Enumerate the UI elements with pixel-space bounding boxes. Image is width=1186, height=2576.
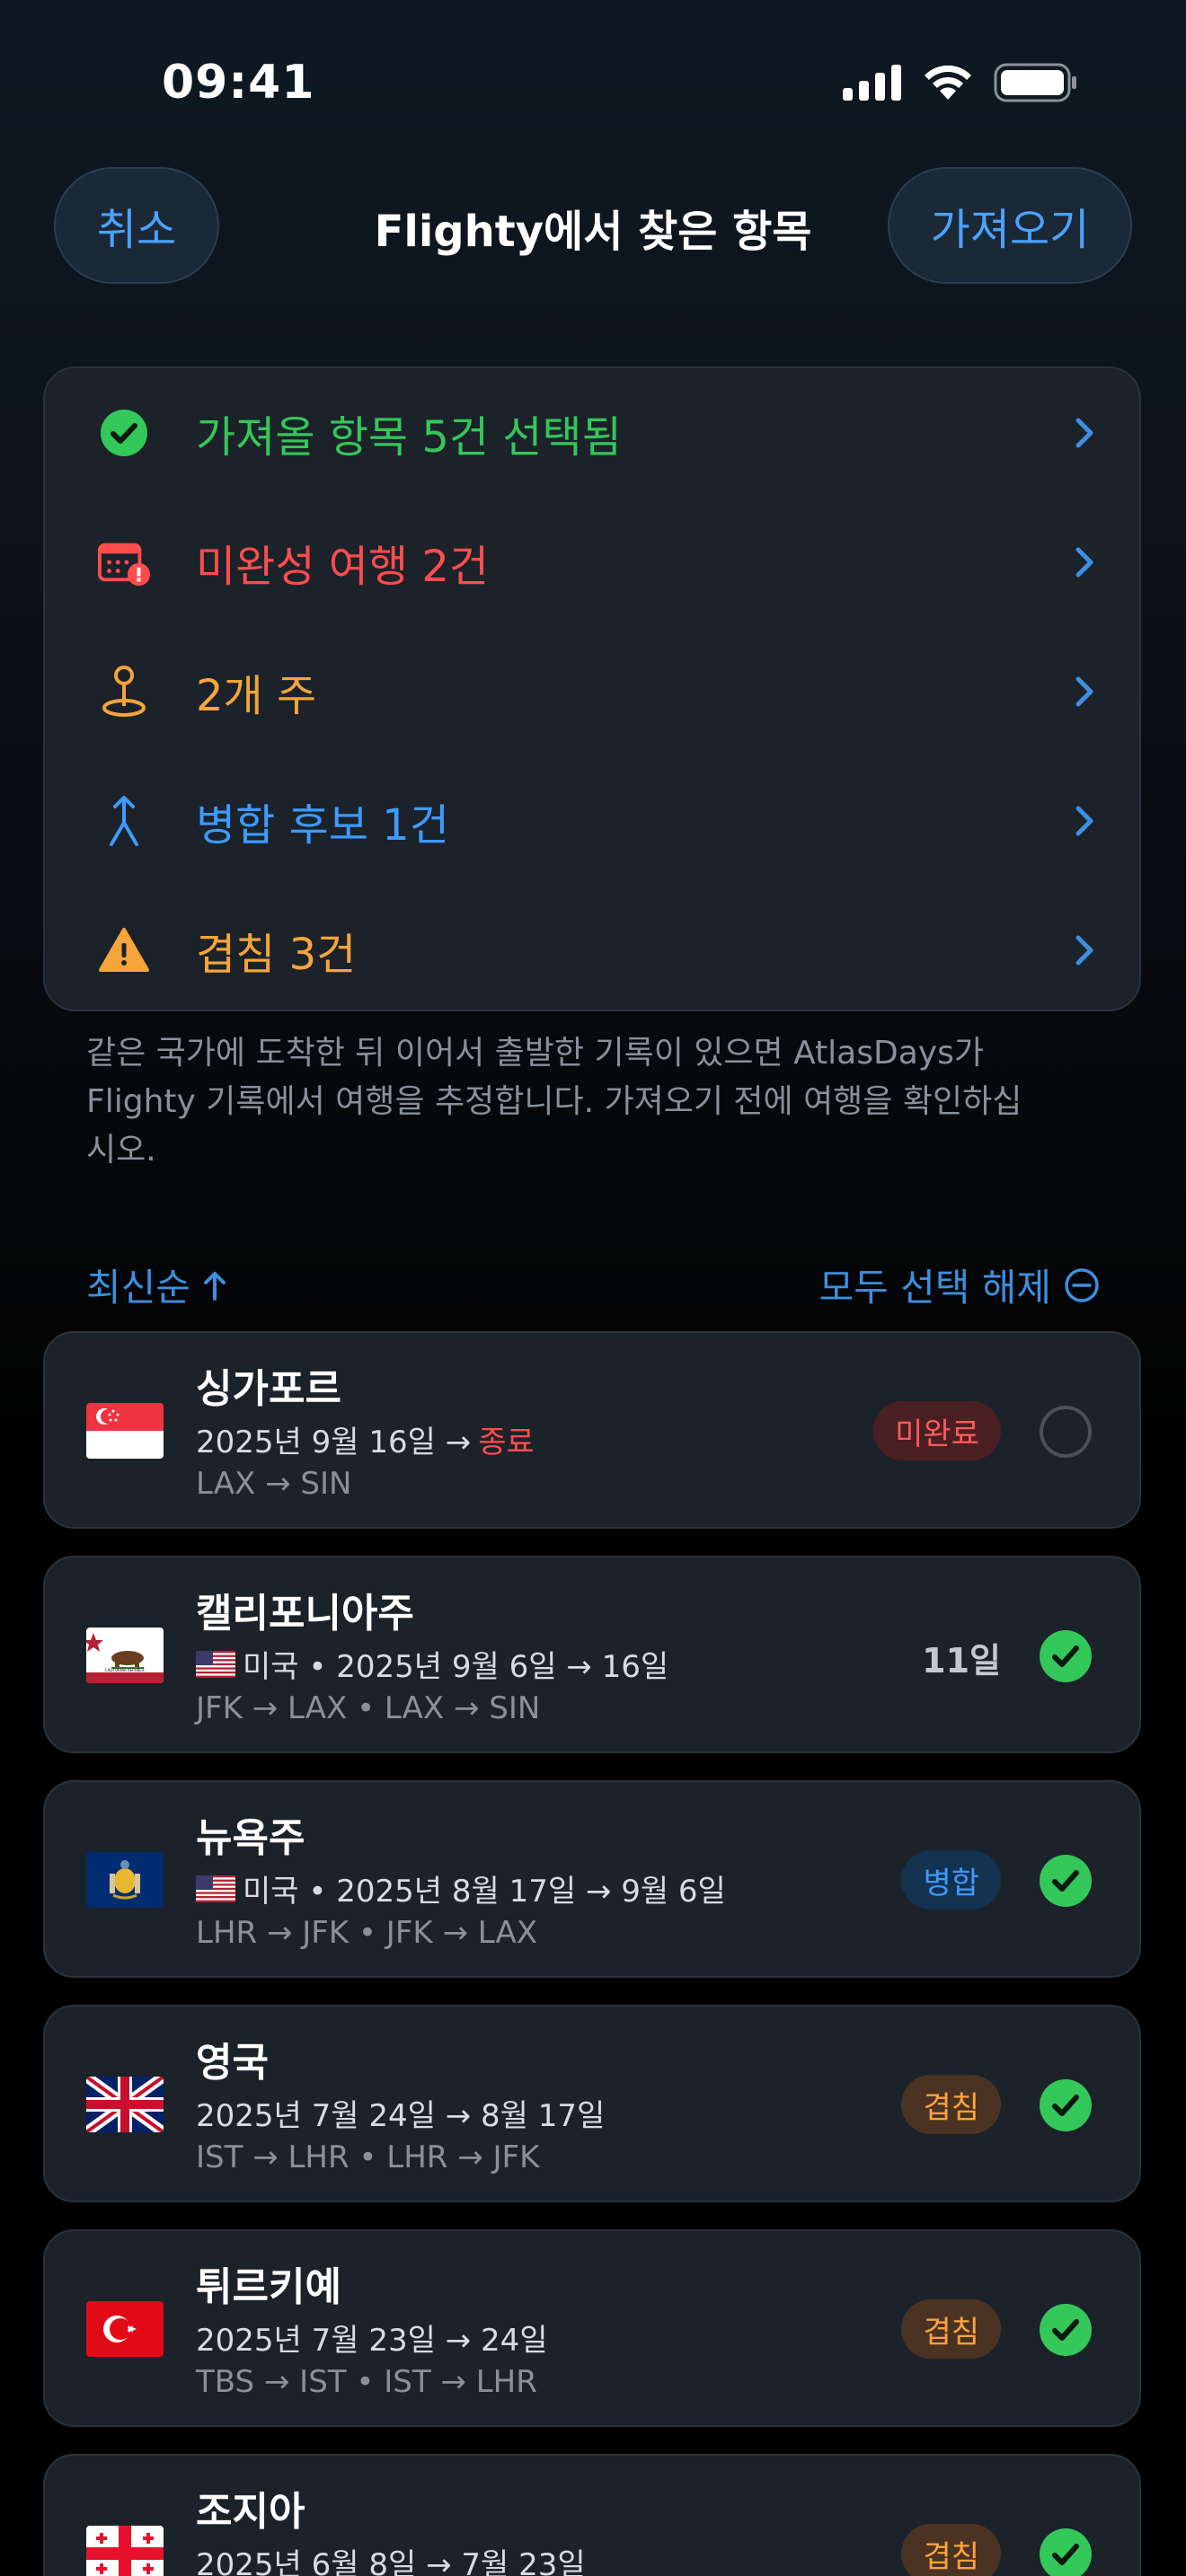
battery-icon [994,63,1076,102]
summary-label-incomplete: 미완성 여행 2건 [196,542,490,592]
trip-card-singapore[interactable]: 싱가포르 2025년 9월 16일 → 종료 LAX → SIN 미완료 [43,1331,1141,1529]
trip-date-range: 2025년 6월 8일 → 7월 23일 [196,2547,586,2576]
california-flag-icon: CALIFORNIA REPUBLIC [86,1628,164,1683]
summary-row-states[interactable]: 2개 주 [45,627,1139,756]
chevron-right-icon [1075,547,1093,578]
trip-dates: 미국 • 2025년 9월 6일 → 16일 [196,1642,668,1686]
status-badge: 겹침 [901,2075,1001,2134]
svg-text:CALIFORNIA REPUBLIC: CALIFORNIA REPUBLIC [105,1668,146,1672]
trip-date-range: 2025년 7월 24일 → 8월 17일 [196,2098,606,2134]
checkmark-circle-icon[interactable] [1039,1629,1093,1683]
trip-date-range: 2025년 7월 23일 → 24일 [196,2323,548,2359]
new-york-flag-icon [86,1852,164,1908]
status-badge: 미완료 [873,1401,1001,1460]
status-badge: 겹침 [901,2524,1001,2576]
wifi-icon [925,65,971,100]
chevron-right-icon [1075,418,1093,448]
import-screen: 09:41 취소 Flighty에서 찾은 항목 가져오기 가져올 항목 5건 … [0,0,1186,2576]
cellular-signal-icon [843,65,901,101]
sort-toggle[interactable]: 최신순 [86,1257,228,1312]
summary-label-selected: 가져올 항목 5건 선택됨 [196,412,622,463]
trip-end-label: 종료 [478,1425,535,1460]
georgia-flag-icon [86,2526,164,2576]
singapore-flag-icon [86,1403,164,1459]
trip-duration: 11일 [922,1641,1001,1681]
trip-title: 캘리포니아주 [196,1591,414,1636]
trip-dates: 2025년 7월 24일 → 8월 17일 [196,2091,605,2135]
checkmark-circle-icon[interactable] [1039,1854,1093,1908]
trip-dates: 2025년 7월 23일 → 24일 [196,2316,548,2360]
calendar-alert-icon [97,535,151,589]
deselect-all-button[interactable]: 모두 선택 해제 [819,1257,1100,1312]
trip-title: 영국 [196,2040,269,2086]
trip-country-dates: 미국 • 2025년 9월 6일 → 16일 [243,1649,669,1685]
trip-dates: 2025년 6월 8일 → 7월 23일 [196,2540,586,2576]
summary-row-overlap[interactable]: 겹침 3건 [45,886,1139,1015]
chevron-right-icon [1075,806,1093,836]
trip-title: 싱가포르 [196,1366,341,1412]
trip-route: LAX → SIN [196,1466,352,1502]
deselect-all-label: 모두 선택 해제 [819,1266,1051,1310]
trip-card-new-york[interactable]: 뉴욕주 미국 • 2025년 8월 17일 → 9월 6일 LHR → JFK … [43,1780,1141,1978]
trip-title: 튀르키예 [196,2264,341,2310]
trip-route: IST → LHR • LHR → JFK [196,2139,540,2175]
trip-card-turkey[interactable]: 튀르키예 2025년 7월 23일 → 24일 TBS → IST • IST … [43,2229,1141,2427]
status-icons [843,63,1078,102]
summary-row-incomplete[interactable]: 미완성 여행 2건 [45,498,1139,627]
trip-card-uk[interactable]: 영국 2025년 7월 24일 → 8월 17일 IST → LHR • LHR… [43,2005,1141,2202]
status-time: 09:41 [162,56,315,110]
summary-card: 가져올 항목 5건 선택됨 미완성 여행 2건 2개 주 병합 후보 1건 겹침… [43,366,1141,1011]
sort-label: 최신순 [86,1266,190,1310]
summary-label-overlap: 겹침 3건 [196,930,357,980]
trip-country-dates: 미국 • 2025년 8월 17일 → 9월 6일 [243,1874,726,1910]
arrow-up-icon [203,1271,226,1301]
summary-label-states: 2개 주 [196,671,317,721]
uk-flag-icon [86,2077,164,2132]
summary-row-selected[interactable]: 가져올 항목 5건 선택됨 [45,368,1139,498]
status-badge: 겹침 [901,2299,1001,2359]
checkmark-circle-icon[interactable] [1039,2303,1093,2357]
trip-card-california[interactable]: CALIFORNIA REPUBLIC 캘리포니아주 미국 • 2025년 9월… [43,1556,1141,1753]
minus-circle-icon [1065,1267,1099,1302]
trip-dates: 미국 • 2025년 8월 17일 → 9월 6일 [196,1866,726,1910]
unselected-circle-icon[interactable] [1039,1405,1093,1459]
trip-title: 뉴욕주 [196,1815,305,1861]
import-button[interactable]: 가져오기 [888,167,1132,284]
chevron-right-icon [1075,676,1093,707]
summary-row-merge[interactable]: 병합 후보 1건 [45,756,1139,886]
trip-route: TBS → IST • IST → LHR [196,2364,537,2400]
chevron-right-icon [1075,935,1093,966]
checkmark-circle-icon[interactable] [1039,2078,1093,2132]
checkmark-circle-icon[interactable] [1039,2527,1093,2576]
info-note: 같은 국가에 도착한 뒤 이어서 출발한 기록이 있으면 AtlasDays가 … [86,1035,1022,1169]
trip-title: 조지아 [196,2489,305,2535]
checkmark-circle-icon [97,406,151,460]
map-pin-icon [97,665,151,719]
trip-date-range: 2025년 9월 16일 → [196,1425,472,1460]
merge-arrow-icon [97,794,151,848]
status-badge: 병합 [901,1850,1001,1910]
turkey-flag-icon [86,2301,164,2357]
trip-route: JFK → LAX • LAX → SIN [196,1690,541,1726]
usa-flag-icon [196,1650,235,1678]
warning-triangle-icon [97,923,151,977]
trip-dates: 2025년 9월 16일 → 종료 [196,1417,535,1461]
trip-route: LHR → JFK • JFK → LAX [196,1915,538,1951]
summary-label-merge: 병합 후보 1건 [196,800,449,851]
usa-flag-icon [196,1875,235,1902]
trip-card-georgia[interactable]: 조지아 2025년 6월 8일 → 7월 23일 겹침 [43,2454,1141,2576]
